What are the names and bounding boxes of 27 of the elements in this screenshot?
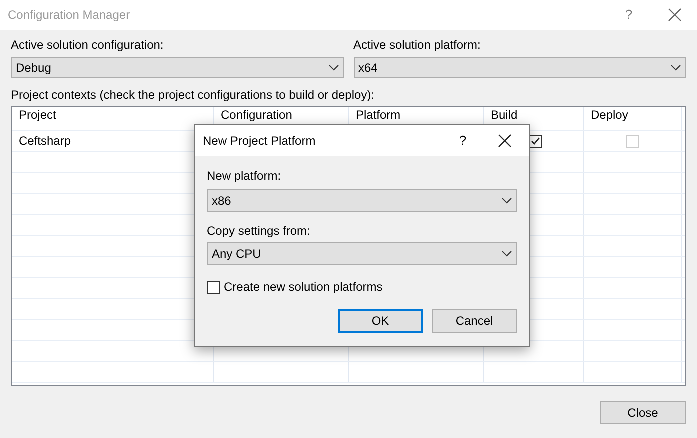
dialog-title: New Project Platform bbox=[203, 132, 316, 150]
column-header: Deploy bbox=[584, 107, 682, 130]
dropdown[interactable]: Debug bbox=[11, 57, 344, 78]
window-title: Configuration Manager bbox=[8, 7, 130, 24]
dropdown[interactable]: x64 bbox=[354, 57, 686, 78]
checkbox[interactable] bbox=[207, 280, 220, 294]
section-label: Project contexts (check the project configurations to build or deploy): bbox=[11, 88, 376, 103]
field-label: New platform: bbox=[207, 169, 282, 184]
field-label: Copy settings from: bbox=[207, 224, 312, 239]
field-label: Active solution platform: bbox=[354, 38, 482, 53]
field-label: Active solution configuration: bbox=[11, 38, 165, 53]
chevron-down-icon bbox=[502, 198, 512, 204]
dialog-button[interactable]: Cancel bbox=[432, 309, 517, 333]
checkbox[interactable] bbox=[529, 134, 542, 148]
dialog-button[interactable]: OK bbox=[338, 309, 423, 333]
help-button[interactable]: ? bbox=[455, 130, 471, 150]
close-button[interactable]: Close bbox=[600, 401, 686, 424]
project-name: Ceftsharp bbox=[19, 133, 72, 150]
chevron-down-icon bbox=[328, 64, 338, 70]
chevron-down-icon bbox=[502, 250, 512, 256]
help-button[interactable]: ? bbox=[619, 5, 639, 25]
checkbox-label: Create new solution platforms bbox=[224, 279, 383, 296]
chevron-down-icon bbox=[671, 64, 681, 70]
close-icon[interactable] bbox=[667, 7, 683, 23]
close-icon[interactable] bbox=[497, 132, 513, 148]
dropdown[interactable]: Any CPU bbox=[207, 242, 517, 265]
dropdown[interactable]: x86 bbox=[207, 189, 517, 212]
